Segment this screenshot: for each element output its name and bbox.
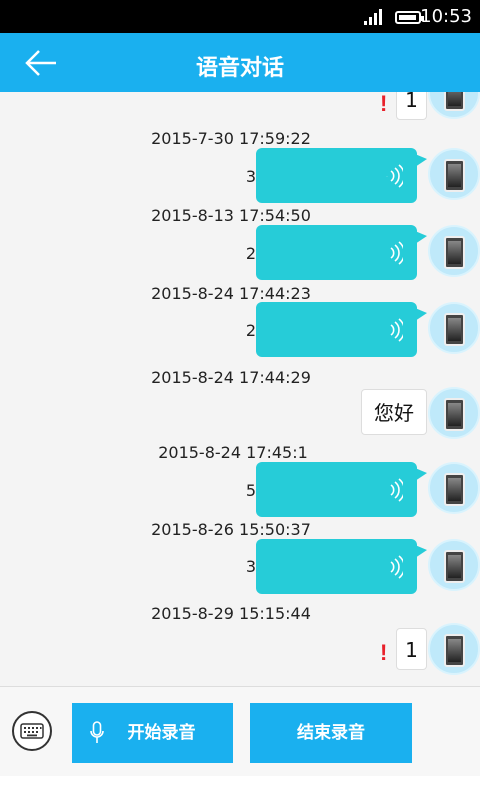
voice-duration: 2 bbox=[245, 321, 256, 340]
signal-icon bbox=[364, 9, 382, 25]
voice-wave-icon bbox=[386, 164, 403, 188]
voice-message-bubble[interactable] bbox=[256, 225, 427, 280]
phone-icon bbox=[444, 398, 465, 431]
start-recording-button[interactable]: 开始录音 bbox=[72, 703, 233, 763]
voice-duration: 5 bbox=[245, 481, 256, 500]
message-timestamp: 2015-8-29 15:15:44 bbox=[151, 604, 311, 623]
avatar bbox=[428, 462, 480, 514]
text-message-bubble[interactable]: 1 bbox=[396, 628, 427, 670]
avatar bbox=[428, 539, 480, 591]
page-title: 语音对话 bbox=[195, 56, 284, 81]
microphone-icon bbox=[90, 721, 104, 743]
app-bar: 语音对话 bbox=[0, 33, 480, 92]
message-timestamp: 2015-7-30 17:59:22 bbox=[151, 129, 311, 148]
phone-icon bbox=[444, 634, 465, 667]
avatar bbox=[428, 92, 480, 119]
voice-message-bubble[interactable] bbox=[256, 462, 427, 517]
voice-duration: 3 bbox=[245, 557, 256, 576]
phone-icon bbox=[444, 236, 465, 269]
phone-icon bbox=[444, 92, 465, 111]
voice-wave-icon bbox=[390, 478, 403, 502]
message-timestamp: 2015-8-13 17:54:50 bbox=[151, 206, 311, 225]
send-failed-icon[interactable]: ! bbox=[380, 640, 387, 666]
input-bar: 开始录音 结束录音 bbox=[0, 686, 480, 777]
message-timestamp: 2015-8-24 17:45:1 bbox=[158, 443, 308, 462]
message-timestamp: 2015-8-26 15:50:37 bbox=[151, 520, 311, 539]
message-timestamp: 2015-8-24 17:44:29 bbox=[151, 368, 311, 387]
avatar bbox=[428, 387, 480, 439]
stop-recording-button[interactable]: 结束录音 bbox=[250, 703, 412, 763]
battery-icon bbox=[395, 11, 424, 24]
avatar bbox=[428, 225, 480, 277]
send-failed-icon[interactable]: ! bbox=[380, 92, 387, 117]
voice-message-bubble[interactable] bbox=[256, 148, 427, 203]
stop-recording-label: 结束录音 bbox=[297, 723, 365, 743]
phone-icon bbox=[444, 159, 465, 192]
keyboard-icon bbox=[20, 723, 44, 739]
phone-icon bbox=[444, 473, 465, 506]
start-recording-label: 开始录音 bbox=[127, 723, 196, 743]
voice-wave-icon bbox=[390, 318, 403, 342]
keyboard-toggle-button[interactable] bbox=[12, 711, 52, 751]
status-bar: 10:53 bbox=[0, 0, 480, 33]
text-message-bubble[interactable]: 您好 bbox=[361, 389, 427, 435]
voice-duration: 3 bbox=[245, 167, 256, 186]
voice-message-bubble[interactable] bbox=[256, 302, 427, 357]
clock: 10:53 bbox=[420, 6, 472, 27]
phone-icon bbox=[444, 313, 465, 346]
avatar bbox=[428, 302, 480, 354]
voice-duration: 2 bbox=[245, 244, 256, 263]
message-timestamp: 2015-8-24 17:44:23 bbox=[151, 284, 311, 303]
avatar bbox=[428, 148, 480, 200]
bottom-spacer bbox=[0, 776, 480, 800]
phone-icon bbox=[444, 550, 465, 583]
message-list[interactable]: ! 1 2015-7-30 17:59:22 3 2015-8-13 17:54… bbox=[0, 92, 480, 686]
voice-wave-icon bbox=[390, 241, 403, 265]
voice-message-bubble[interactable] bbox=[256, 539, 427, 594]
text-message-bubble[interactable]: 1 bbox=[396, 92, 427, 120]
voice-wave-icon bbox=[390, 555, 403, 579]
avatar bbox=[428, 623, 480, 675]
